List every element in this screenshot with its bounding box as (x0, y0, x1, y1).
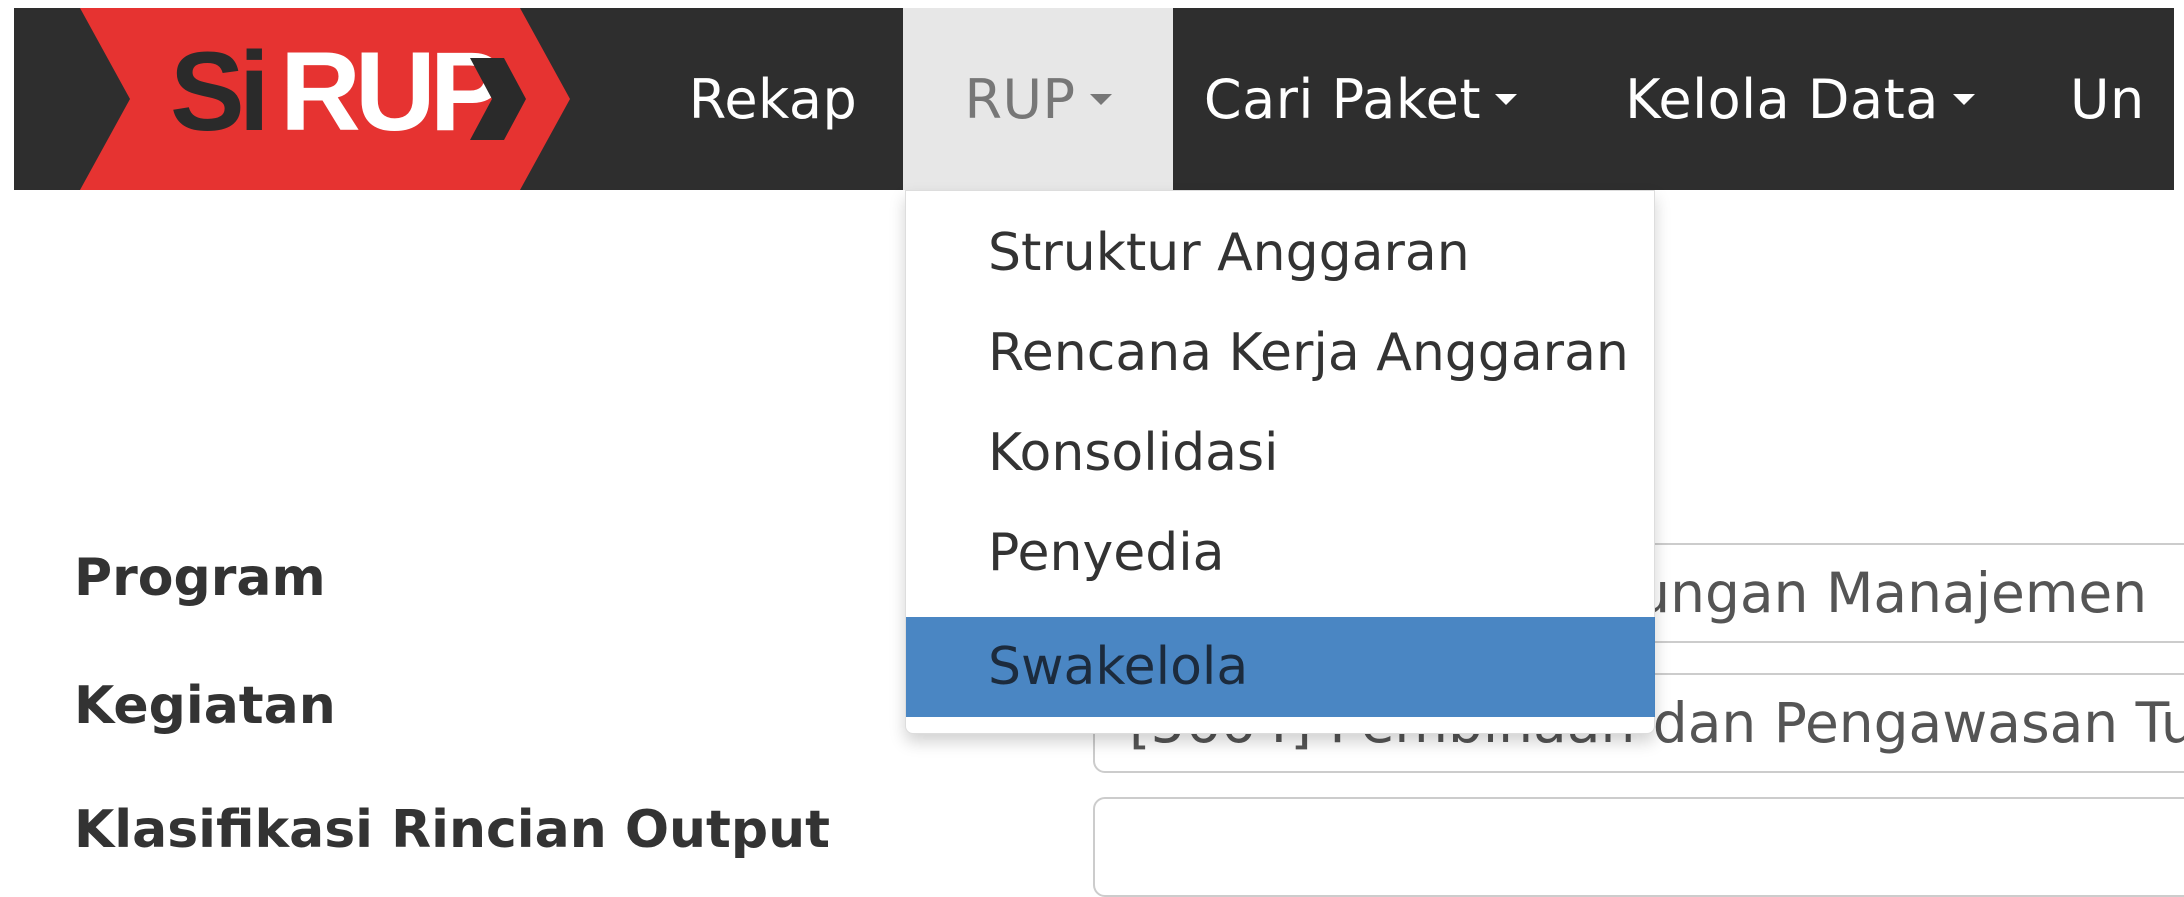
nav-rup-label: RUP (964, 67, 1076, 131)
menu-item-label: Konsolidasi (988, 423, 1279, 483)
logo-text-dark: Si (170, 29, 264, 154)
menu-item-konsolidasi[interactable]: Konsolidasi (906, 403, 1655, 503)
program-label: Program (74, 548, 326, 608)
menu-item-label: Swakelola (988, 637, 1249, 697)
nav-kelola-data-label: Kelola Data (1625, 67, 1939, 131)
nav-cari-paket-label: Cari Paket (1203, 67, 1482, 131)
menu-item-swakelola[interactable]: Swakelola (906, 617, 1655, 717)
menu-item-label: Struktur Anggaran (988, 223, 1470, 283)
nav-kelola-data-dropdown[interactable]: Kelola Data (1600, 8, 2000, 190)
nav-rup-dropdown[interactable]: RUP (903, 8, 1173, 190)
caret-down-icon (1952, 93, 1975, 105)
nav-cari-paket-dropdown[interactable]: Cari Paket (1173, 8, 1548, 190)
menu-item-rencana-kerja-anggaran[interactable]: Rencana Kerja Anggaran (906, 303, 1655, 403)
rup-dropdown-menu: Struktur Anggaran Rencana Kerja Anggaran… (905, 190, 1655, 734)
caret-down-icon (1089, 93, 1112, 105)
menu-item-label: Rencana Kerja Anggaran (988, 323, 1629, 383)
klasifikasi-select[interactable] (1093, 797, 2184, 897)
klasifikasi-label: Klasifikasi Rincian Output (74, 800, 831, 860)
nav-rekap[interactable]: Rekap (648, 8, 898, 190)
nav-unduh-truncated[interactable]: Un (2070, 8, 2184, 190)
menu-item-penyedia[interactable]: Penyedia (906, 503, 1655, 603)
menu-item-struktur-anggaran[interactable]: Struktur Anggaran (906, 203, 1655, 303)
nav-unduh-label: Un (2070, 67, 2145, 131)
caret-down-icon (1495, 93, 1518, 105)
logo-text-light: RUP (280, 29, 501, 154)
sirup-logo[interactable]: Si RUP (80, 8, 570, 190)
nav-rekap-label: Rekap (688, 67, 858, 131)
menu-item-label: Penyedia (988, 523, 1225, 583)
kegiatan-label: Kegiatan (74, 676, 336, 736)
